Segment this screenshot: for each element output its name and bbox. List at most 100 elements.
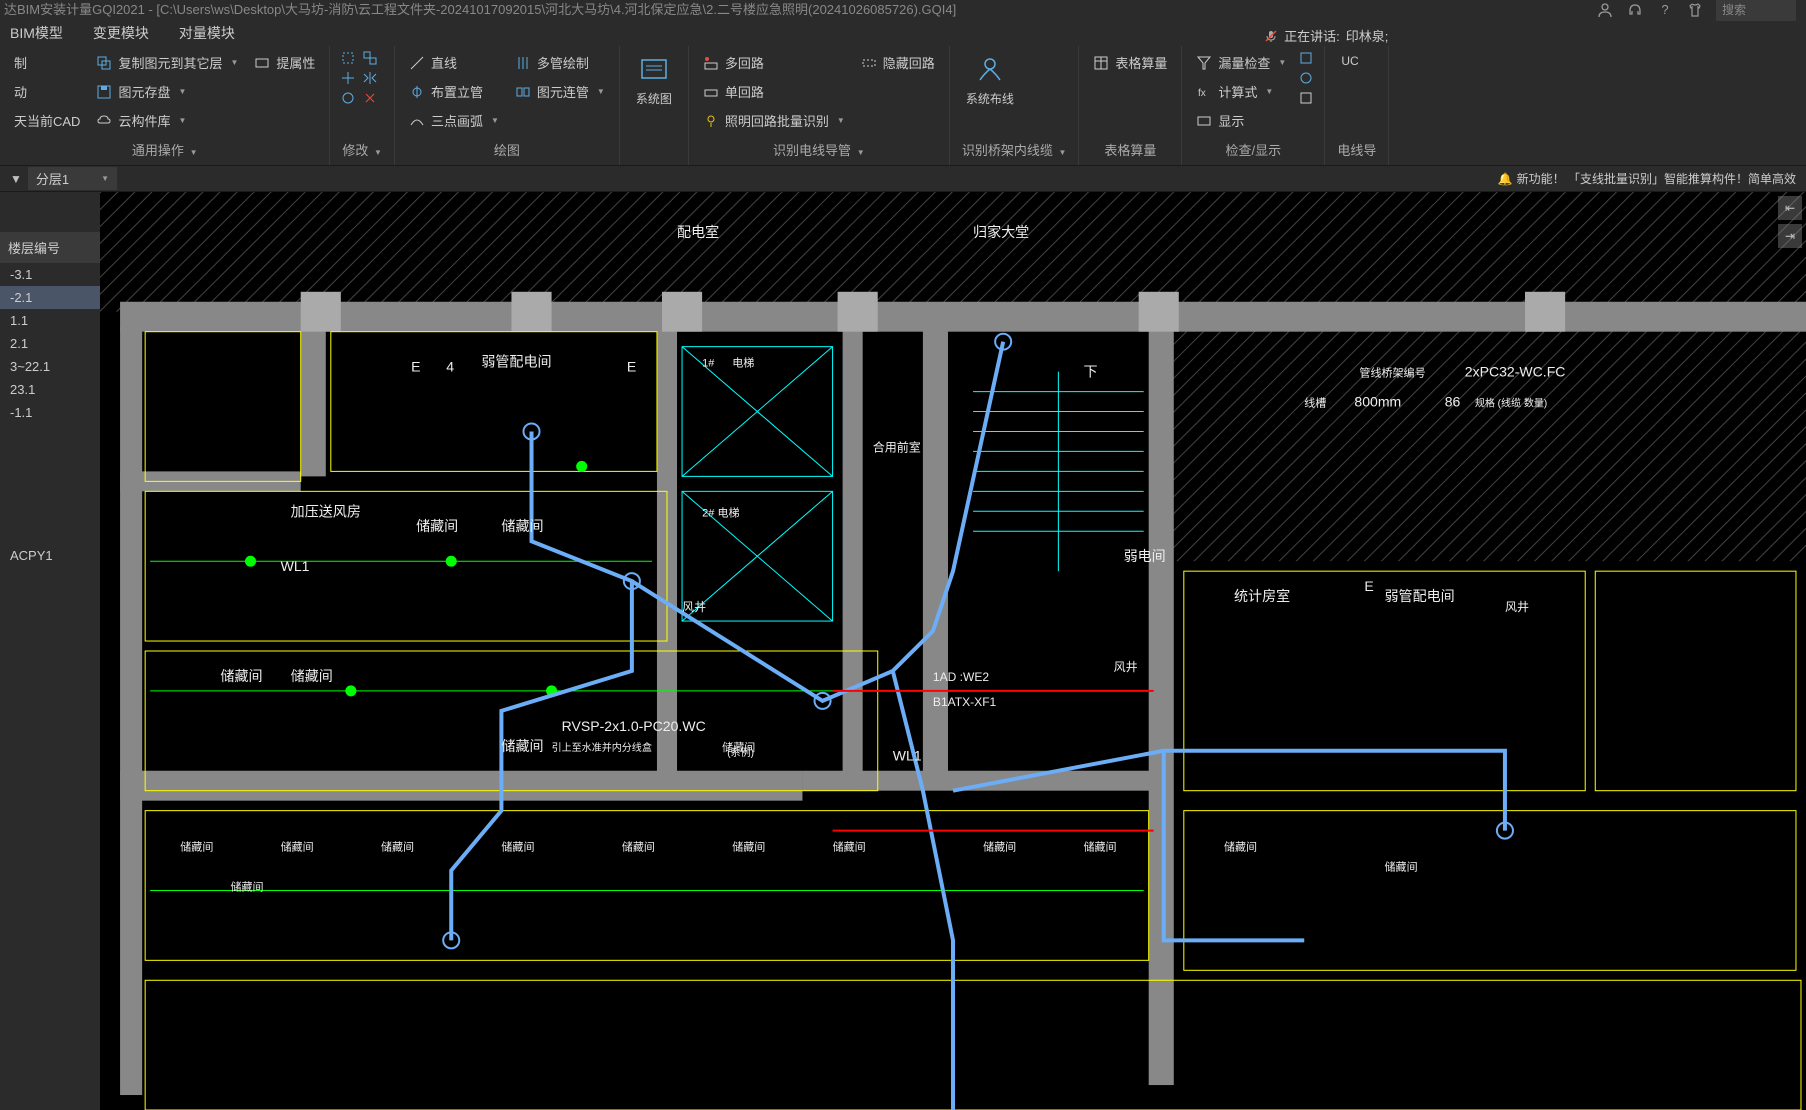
connect-icon <box>515 84 531 100</box>
lighting-icon <box>703 113 719 129</box>
menu-bar: BIM模型 变更模块 对量模块 <box>0 20 1806 46</box>
svg-text:弱电间: 弱电间 <box>1124 548 1166 564</box>
single-circuit-icon <box>703 84 719 100</box>
floor-item[interactable]: 1.1 <box>0 309 100 332</box>
svg-text:下: 下 <box>1083 364 1097 380</box>
ribbon-group-draw: 直线 布置立管 三点画弧▼ 多管绘制 图元连管▼ <box>395 46 620 165</box>
btn-wire[interactable]: UC <box>1335 50 1364 72</box>
vertical-icon <box>409 84 425 100</box>
btn-leak-check[interactable]: 漏量检查▼ <box>1192 50 1290 75</box>
svg-text:储藏间: 储藏间 <box>1224 840 1257 854</box>
btn-system-diagram[interactable]: 系统图 <box>630 50 678 111</box>
menu-change-module[interactable]: 变更模块 <box>93 23 149 43</box>
svg-text:储藏间: 储藏间 <box>230 880 263 894</box>
menu-bim-model[interactable]: BIM模型 <box>10 23 63 43</box>
svg-text:E: E <box>1364 578 1373 594</box>
svg-text:1AD :WE2: 1AD :WE2 <box>933 670 990 684</box>
modify-icon-1[interactable] <box>340 50 356 66</box>
save-icon <box>96 84 112 100</box>
svg-text:储藏间: 储藏间 <box>501 738 543 754</box>
svg-text:储藏间: 储藏间 <box>1385 860 1418 874</box>
floor-item[interactable]: -3.1 <box>0 263 100 286</box>
calc-icon: fx <box>1196 84 1212 100</box>
floor-item[interactable]: 2.1 <box>0 332 100 355</box>
svg-text:统计房室: 统计房室 <box>1234 588 1290 604</box>
svg-text:fx: fx <box>1198 88 1206 99</box>
svg-text:风井: 风井 <box>1114 660 1138 674</box>
btn-cloud-lib[interactable]: 云构件库▼ <box>92 108 242 133</box>
arc-icon <box>409 113 425 129</box>
btn-element-connect[interactable]: 图元连管▼ <box>511 79 609 104</box>
btn-as-cad[interactable]: 天当前CAD <box>10 108 84 133</box>
speaking-indicator: 正在讲话: 印林泉; <box>1264 26 1388 45</box>
svg-text:规格 (线缆 数量): 规格 (线缆 数量) <box>1475 397 1547 410</box>
view-dropdown[interactable]: ▼ <box>4 172 28 186</box>
table-icon <box>1093 55 1109 71</box>
btn-place-vertical[interactable]: 布置立管 <box>405 79 503 104</box>
btn-calculation[interactable]: fx 计算式▼ <box>1192 79 1290 104</box>
check-icon-c[interactable] <box>1298 90 1314 106</box>
headset-icon[interactable] <box>1626 1 1644 19</box>
btn-control[interactable]: 制 <box>10 50 84 75</box>
new-feature-banner[interactable]: 🔔 新功能！ 「支线批量识别」智能推算构件！简单高效 <box>1498 170 1806 187</box>
modify-icon-5[interactable] <box>340 90 356 106</box>
window-title: 达BIM安装计量GQI2021 - [C:\Users\ws\Desktop\大… <box>4 0 956 20</box>
btn-hidden-circuit[interactable]: 隐藏回路 <box>857 50 939 75</box>
group-title-modify: 修改 ▼ <box>340 138 384 161</box>
btn-copy-to-other[interactable]: 复制图元到其它层▼ <box>92 50 242 75</box>
group-title-table: 表格算量 <box>1089 138 1171 161</box>
btn-multi-pipe[interactable]: 多管绘制 <box>511 50 609 75</box>
svg-text:储藏间: 储藏间 <box>281 840 314 854</box>
ribbon-group-system-layout: 系统布线 识别桥架内线缆 ▼ <box>950 46 1080 165</box>
floor-item[interactable]: 3~22.1 <box>0 355 100 378</box>
svg-text:储藏间: 储藏间 <box>501 518 543 534</box>
user-icon[interactable] <box>1596 1 1614 19</box>
help-icon[interactable]: ? <box>1656 1 1674 19</box>
modify-icon-2[interactable] <box>362 50 378 66</box>
cad-drawing: 弱管配电间 配电室 归家大堂 下 1# 电梯 2# 电梯 加压送风房 储藏间 储… <box>100 192 1806 1110</box>
btn-save-element[interactable]: 图元存盘▼ <box>92 79 242 104</box>
svg-text:WL1: WL1 <box>893 748 922 764</box>
cloud-icon <box>96 113 112 129</box>
svg-text:2# 电梯: 2# 电梯 <box>702 506 739 519</box>
btn-three-point-arc[interactable]: 三点画弧▼ <box>405 108 503 133</box>
btn-table-calc[interactable]: 表格算量 <box>1089 50 1171 75</box>
svg-text:储藏间: 储藏间 <box>622 840 655 854</box>
modify-icon-3[interactable] <box>340 70 356 86</box>
svg-text:弱管配电间: 弱管配电间 <box>1385 588 1455 604</box>
svg-text:(系例): (系例) <box>727 746 754 759</box>
svg-text:风井: 风井 <box>682 600 706 614</box>
btn-lighting-batch[interactable]: 照明回路批量识别▼ <box>699 108 849 133</box>
check-icon-a[interactable] <box>1298 50 1314 66</box>
floor-item[interactable]: -1.1 <box>0 401 100 424</box>
btn-display[interactable]: 显示 <box>1192 108 1290 133</box>
menu-quantity-module[interactable]: 对量模块 <box>179 23 235 43</box>
secondary-bar: ▼ 分层1 ▼ 🔔 新功能！ 「支线批量识别」智能推算构件！简单高效 <box>0 166 1806 192</box>
floor-item[interactable]: -2.1 <box>0 286 100 309</box>
property-icon <box>254 55 270 71</box>
svg-text:储藏间: 储藏间 <box>381 840 414 854</box>
floor-header: 楼层编号 <box>0 232 100 263</box>
btn-set-property[interactable]: 提属性 <box>250 50 319 75</box>
ribbon-group-modify: 修改 ▼ <box>330 46 395 165</box>
btn-single-circuit[interactable]: 单回路 <box>699 79 849 104</box>
shirt-icon[interactable] <box>1686 1 1704 19</box>
floor-item[interactable]: 23.1 <box>0 378 100 401</box>
svg-text:WL1: WL1 <box>281 558 310 574</box>
svg-text:储藏间: 储藏间 <box>416 518 458 534</box>
check-icon-b[interactable] <box>1298 70 1314 86</box>
group-title-check: 检查/显示 <box>1192 138 1314 161</box>
btn-move[interactable]: 动 <box>10 79 84 104</box>
title-bar: 达BIM安装计量GQI2021 - [C:\Users\ws\Desktop\大… <box>0 0 1806 20</box>
btn-multi-circuit[interactable]: 多回路 <box>699 50 849 75</box>
title-bar-right: ? 搜索 <box>1596 0 1806 21</box>
modify-icon-6[interactable] <box>362 90 378 106</box>
btn-line[interactable]: 直线 <box>405 50 503 75</box>
search-input[interactable]: 搜索 <box>1716 0 1796 21</box>
floor-label-2[interactable]: ACPY1 <box>0 544 100 567</box>
canvas-area[interactable]: ⇤ ⇥ <box>100 192 1806 1110</box>
btn-system-layout[interactable]: 系统布线 <box>960 50 1020 111</box>
svg-text:RVSP-2x1.0-PC20.WC: RVSP-2x1.0-PC20.WC <box>562 718 706 734</box>
mirror-icon[interactable] <box>362 70 378 86</box>
layer-dropdown[interactable]: 分层1 ▼ <box>28 167 117 190</box>
